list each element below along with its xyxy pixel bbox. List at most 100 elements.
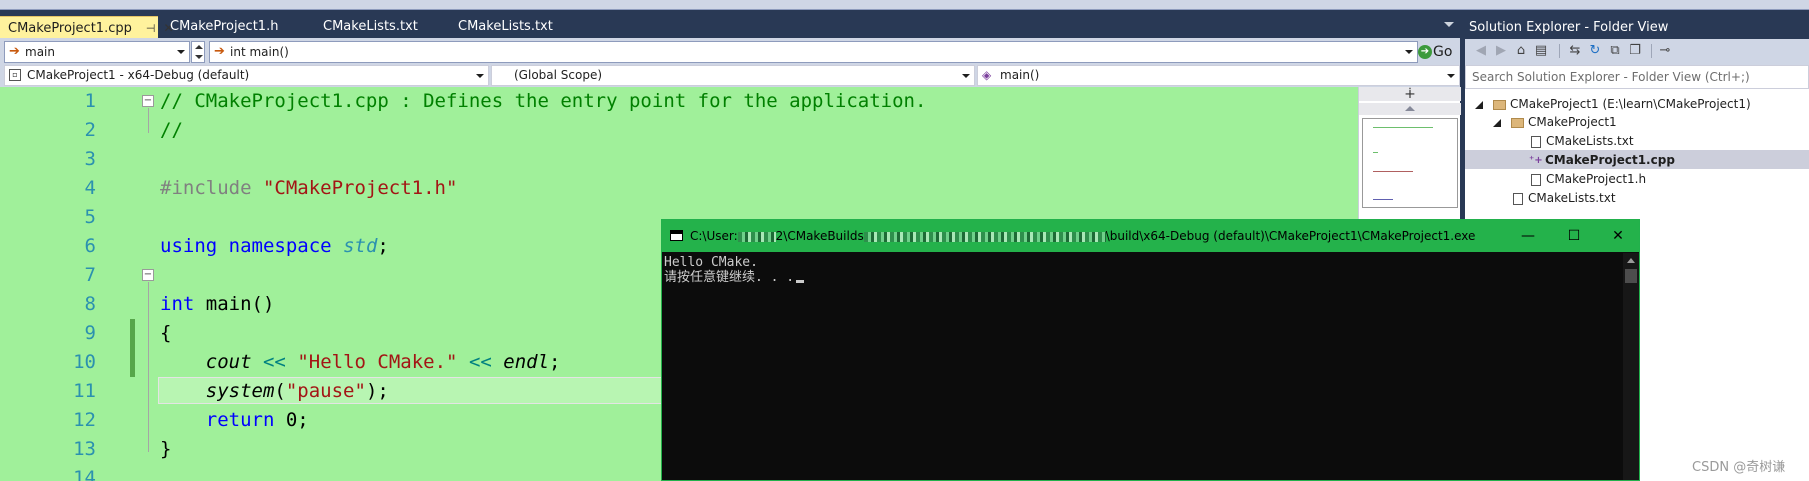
tab-label: CMakeLists.txt bbox=[323, 19, 418, 34]
line-number: 4 bbox=[84, 177, 96, 199]
function-combo-value: int main() bbox=[230, 45, 289, 59]
tree-item-label: CMakeLists.txt bbox=[1528, 191, 1616, 205]
code-line: // bbox=[160, 119, 183, 141]
solution-explorer-toolbar: ◀ ▶ ⌂ ▤ ⇆ ↻ ⧉ ❐ ⊸ bbox=[1465, 39, 1809, 65]
tree-item-project-folder[interactable]: CMakeProject1 bbox=[1493, 113, 1617, 131]
project-combo[interactable]: ▫ CMakeProject1 - x64-Debug (default) bbox=[4, 65, 489, 86]
change-bar bbox=[130, 348, 135, 377]
forward-icon[interactable]: ▶ bbox=[1493, 43, 1509, 59]
console-title-bar[interactable]: C:\User: 2\CMakeBuilds \build\x64-Debug (d… bbox=[662, 220, 1639, 252]
file-icon bbox=[1531, 135, 1541, 148]
tab-cmakelists-2[interactable]: CMakeLists.txt bbox=[450, 16, 553, 38]
back-icon[interactable]: ◀ bbox=[1473, 43, 1489, 59]
line-number: 14 bbox=[73, 467, 96, 481]
chevron-down-icon bbox=[1405, 50, 1413, 54]
collapse-icon[interactable]: − bbox=[142, 269, 154, 281]
line-number: 10 bbox=[73, 351, 96, 373]
go-icon: ➔ bbox=[1418, 45, 1432, 59]
split-icon[interactable]: ∔ bbox=[1359, 87, 1461, 101]
map-viewport-preview[interactable] bbox=[1362, 118, 1458, 208]
chevron-down-icon bbox=[195, 55, 203, 59]
map-line-mark bbox=[1373, 199, 1393, 200]
console-scrollbar[interactable] bbox=[1623, 253, 1639, 480]
document-tab-bar: CMakeProject1.cpp ⊣ ✕ CMakeProject1.h CMak… bbox=[0, 10, 1460, 38]
line-number: 1 bbox=[84, 90, 96, 112]
redacted-text bbox=[737, 231, 776, 242]
line-number: 13 bbox=[73, 438, 96, 460]
member-combo-value: main() bbox=[1000, 68, 1040, 82]
tree-item-label: CMakeLists.txt bbox=[1546, 134, 1634, 148]
chevron-up-icon bbox=[1405, 106, 1415, 111]
code-navigation-bar: ▫ CMakeProject1 - x64-Debug (default) (G… bbox=[0, 65, 1460, 87]
line-number: 12 bbox=[73, 409, 96, 431]
go-button[interactable]: ➔ Go bbox=[1418, 41, 1460, 63]
line-number: 11 bbox=[73, 380, 96, 402]
tree-item-label: CMakeProject1 (E:\learn\CMakeProject1) bbox=[1510, 97, 1751, 111]
expand-triangle-icon[interactable] bbox=[1493, 118, 1501, 127]
arrow-icon: ➔ bbox=[214, 44, 225, 59]
switch-views-icon[interactable]: ▤ bbox=[1533, 43, 1549, 59]
tab-cmakeproject1-cpp[interactable]: CMakeProject1.cpp ⊣ ✕ bbox=[0, 16, 174, 38]
show-all-files-icon[interactable]: ❐ bbox=[1627, 43, 1643, 59]
map-line-mark bbox=[1373, 152, 1378, 153]
refresh-icon[interactable]: ↻ bbox=[1587, 43, 1603, 59]
scope-combo[interactable]: ➔ main bbox=[4, 41, 190, 63]
tree-item-root-folder[interactable]: CMakeProject1 (E:\learn\CMakeProject1) bbox=[1475, 95, 1751, 113]
file-icon bbox=[1513, 192, 1523, 205]
line-number: 5 bbox=[84, 206, 96, 228]
scroll-up-button[interactable] bbox=[1359, 103, 1461, 115]
map-line-mark bbox=[1373, 127, 1433, 128]
tab-cmakelists-1[interactable]: CMakeLists.txt bbox=[315, 16, 418, 38]
console-window[interactable]: C:\User: 2\CMakeBuilds \build\x64-Debug (d… bbox=[661, 219, 1640, 481]
properties-icon[interactable]: ⊸ bbox=[1657, 43, 1673, 59]
global-scope-combo[interactable]: (Global Scope) bbox=[491, 65, 975, 86]
sync-icon[interactable]: ⇆ bbox=[1567, 43, 1583, 59]
tree-item-label: CMakeProject1.h bbox=[1546, 172, 1647, 186]
line-number-gutter: 1 2 3 4 5 6 7 8 9 10 11 12 13 14 bbox=[32, 87, 96, 481]
top-toolbar-strip bbox=[0, 0, 1809, 10]
tab-cmakeproject1-h[interactable]: CMakeProject1.h bbox=[162, 16, 278, 38]
fold-guide bbox=[148, 108, 149, 133]
member-combo[interactable]: ◈ main() bbox=[977, 65, 1460, 86]
scope-spinner[interactable] bbox=[191, 41, 205, 63]
console-line: Hello CMake. bbox=[664, 255, 758, 270]
cpp-file-icon: ⁺+ bbox=[1529, 154, 1543, 166]
tree-item-cmakelists-inner[interactable]: CMakeLists.txt bbox=[1531, 132, 1634, 150]
chevron-up-icon[interactable] bbox=[1627, 258, 1635, 263]
collapse-all-icon[interactable]: ⧉ bbox=[1607, 43, 1623, 59]
expand-triangle-icon[interactable] bbox=[1475, 100, 1483, 109]
watermark: CSDN @奇树谦 bbox=[1692, 460, 1786, 475]
tab-overflow-dropdown-icon[interactable] bbox=[1444, 22, 1454, 27]
home-icon[interactable]: ⌂ bbox=[1513, 43, 1529, 59]
pin-icon[interactable]: ⊣ bbox=[146, 22, 156, 35]
solution-explorer-title: Solution Explorer - Folder View bbox=[1465, 17, 1809, 39]
solution-explorer-search-input[interactable]: Search Solution Explorer - Folder View (… bbox=[1465, 65, 1809, 89]
close-button[interactable]: ✕ bbox=[1595, 220, 1641, 252]
code-line: // CMakeProject1.cpp : Defines the entry… bbox=[160, 90, 927, 112]
chevron-down-icon bbox=[476, 74, 484, 78]
toolbar-separator bbox=[1651, 44, 1652, 58]
console-output: Hello CMake. 请按任意键继续. . . bbox=[664, 253, 1604, 479]
line-number: 8 bbox=[84, 293, 96, 315]
console-title-suffix: \build\x64-Debug (default)\CMakeProject1… bbox=[1105, 229, 1476, 243]
scroll-thumb[interactable] bbox=[1625, 269, 1637, 283]
tree-item-header-file[interactable]: CMakeProject1.h bbox=[1531, 170, 1646, 188]
folder-icon bbox=[1511, 117, 1524, 128]
tab-label: CMakeProject1.h bbox=[170, 19, 279, 34]
collapse-icon[interactable]: − bbox=[142, 95, 154, 107]
chevron-down-icon bbox=[962, 74, 970, 78]
tree-item-label: CMakeProject1 bbox=[1528, 115, 1617, 129]
text-cursor bbox=[796, 280, 805, 283]
line-number: 6 bbox=[84, 235, 96, 257]
console-app-icon bbox=[670, 230, 683, 241]
minimize-button[interactable]: — bbox=[1505, 220, 1551, 252]
chevron-down-icon bbox=[1447, 74, 1455, 78]
function-combo[interactable]: ➔ int main() bbox=[209, 41, 1418, 63]
tree-item-cmakelists-root[interactable]: CMakeLists.txt bbox=[1513, 189, 1616, 207]
console-title-prefix: C:\User: bbox=[690, 229, 738, 243]
tab-label: CMakeProject1.cpp bbox=[8, 21, 132, 36]
redacted-text bbox=[863, 231, 1106, 242]
file-icon bbox=[1531, 173, 1541, 186]
tree-item-cpp-file[interactable]: ⁺+ CMakeProject1.cpp bbox=[1529, 151, 1675, 169]
maximize-button[interactable]: ☐ bbox=[1551, 220, 1597, 252]
